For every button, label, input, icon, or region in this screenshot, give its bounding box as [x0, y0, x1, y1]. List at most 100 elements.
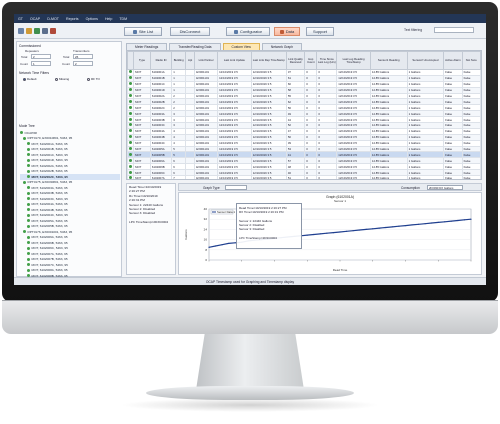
node-icon — [20, 131, 23, 135]
column-header[interactable]: Link Partner — [194, 51, 219, 70]
site-list-button[interactable]: Site List — [124, 27, 162, 36]
menu-item[interactable]: Options — [86, 17, 98, 21]
table-cell: 51 — [285, 175, 306, 179]
tree-item-label: MOT, 6102002B, 5463, 95 — [31, 169, 68, 174]
column-header[interactable]: Sensor2 Unoccupied — [406, 51, 445, 70]
monitor-chin — [2, 300, 498, 334]
support-button[interactable]: Support — [306, 27, 334, 36]
wrench-icon — [233, 29, 238, 34]
node-icon — [27, 186, 30, 190]
open-icon[interactable] — [18, 27, 24, 34]
data-point — [332, 231, 335, 234]
column-header[interactable]: Sensor1 Reading — [369, 51, 408, 70]
folder-icon[interactable] — [26, 27, 32, 34]
node-icon — [27, 246, 30, 250]
data-point — [345, 230, 348, 232]
graph-type-dropdown[interactable] — [225, 185, 247, 190]
refresh-icon[interactable] — [34, 27, 40, 34]
tree-item-label: MOT, 6102005B, 5463, 95 — [31, 224, 68, 229]
status-ok-icon — [129, 164, 132, 168]
table-row[interactable]: MOT 6102007A 7 EX001101 12/10/2019 3:5 12/10/… — [127, 175, 481, 179]
node-icon — [27, 202, 30, 206]
column-header[interactable]: Active Alarm — [443, 51, 463, 70]
data-point — [418, 223, 420, 225]
stop-icon[interactable] — [50, 27, 56, 34]
data-point — [424, 223, 426, 225]
column-header[interactable]: Building — [171, 51, 187, 70]
y-tick-label: 24 — [204, 227, 208, 231]
y-tick-label: 16 — [204, 238, 208, 242]
monitor-shadow — [120, 398, 380, 412]
column-header[interactable]: Apt — [185, 51, 196, 70]
data-point — [352, 230, 354, 232]
y-tick-label: 8 — [205, 248, 207, 252]
chart-icon — [279, 29, 284, 34]
data-button[interactable]: Data — [274, 27, 300, 36]
node-icon — [27, 241, 30, 245]
filter-rfto-radio[interactable]: RF TO — [87, 77, 100, 81]
tab-meter-readings[interactable]: Meter Readings — [126, 43, 168, 50]
data-point — [391, 226, 393, 228]
chart-subtitle: Sensor 1 — [334, 199, 346, 203]
table-cell: 12/10/2019 3:5 — [217, 175, 252, 179]
column-header[interactable]: Last Link Rep TimeStamp — [250, 51, 287, 70]
data-point — [411, 224, 413, 226]
data-point — [208, 246, 210, 248]
tab-network-graph[interactable]: Network Graph — [261, 43, 303, 50]
menu-item[interactable]: Help — [105, 17, 112, 21]
tree-item-label: MOT, 6102002A, 5463, 95 — [31, 163, 68, 168]
filter-missing-radio[interactable]: Missing — [55, 77, 69, 81]
node-icon — [27, 147, 30, 151]
data-point — [306, 234, 308, 236]
repeaters-total-label: Total — [21, 55, 28, 59]
filter-default-radio[interactable]: Default — [23, 77, 37, 81]
grid-header-row: Type Radio ID Building Apt Link Partner Last … — [127, 51, 481, 70]
tab-custom-view[interactable]: Custom View — [222, 43, 260, 50]
column-header[interactable]: Time Since Last Log (Hrs) — [316, 51, 338, 70]
save-icon[interactable] — [42, 27, 48, 34]
data-point — [365, 228, 367, 230]
menu-item[interactable]: GT — [18, 17, 23, 21]
disconnect-button[interactable]: DisConnect — [170, 27, 210, 36]
tree-item-label: MOT, 6102001C, 5463, 95 — [31, 152, 68, 157]
menu-item[interactable]: TDM — [119, 17, 127, 21]
column-header[interactable]: Radio ID — [149, 51, 173, 70]
table-cell: 1 Gallons — [406, 175, 445, 179]
status-ok-icon — [129, 158, 132, 162]
data-point — [221, 244, 223, 246]
column-header[interactable]: Not Sure — [461, 51, 481, 70]
data-point — [339, 231, 341, 233]
reading-info-panel: Read Time=10/10/2019 2:16:27 PM Rx Time=10… — [126, 183, 176, 275]
status-ok-icon — [129, 99, 132, 103]
table-cell: MOT — [133, 175, 151, 179]
column-header[interactable]: Last Link Update — [217, 51, 252, 70]
column-header[interactable]: Link Quality Received — [285, 51, 306, 70]
node-icon — [27, 197, 30, 201]
graph-type-label: Graph Type — [203, 185, 220, 190]
menu-item[interactable]: OCAP — [30, 17, 40, 21]
column-header[interactable]: Type — [133, 51, 151, 70]
node-icon — [27, 268, 30, 272]
repeaters-count-label: Count — [20, 62, 29, 66]
support-label: Support — [312, 29, 327, 34]
configurator-button[interactable]: Configurator — [226, 27, 270, 36]
status-bar: OCAP Timestamp used for Graphing and Tim… — [14, 277, 486, 285]
node-icon — [27, 175, 30, 179]
status-ok-icon — [129, 135, 132, 139]
column-header[interactable]: Last Log Reading TimeStamp — [336, 51, 371, 70]
y-tick-label: 0 — [205, 258, 207, 262]
menu-item[interactable]: D-MOT — [47, 17, 59, 21]
column-header[interactable]: Hop Count — [304, 51, 318, 70]
table-cell: 6102007A — [149, 175, 173, 179]
consumption-dropdown[interactable]: 2F0030 DX Gallons — [427, 185, 463, 190]
node-icon — [27, 158, 30, 162]
text-filter-input[interactable] — [434, 27, 474, 33]
status-ok-icon — [129, 117, 132, 121]
menu-bar: GT OCAP D-MOT Reports Options Help TDM — [14, 14, 486, 23]
tab-transfer-reading-data[interactable]: Transfer/Reading Data — [169, 43, 221, 50]
data-point — [319, 233, 321, 235]
tree-item-label: MOT, 6102007C, 5463, 95 — [31, 262, 68, 267]
status-ok-icon — [129, 94, 132, 97]
repeaters-label: Repeaters — [25, 49, 39, 53]
menu-item[interactable]: Reports — [66, 17, 79, 21]
